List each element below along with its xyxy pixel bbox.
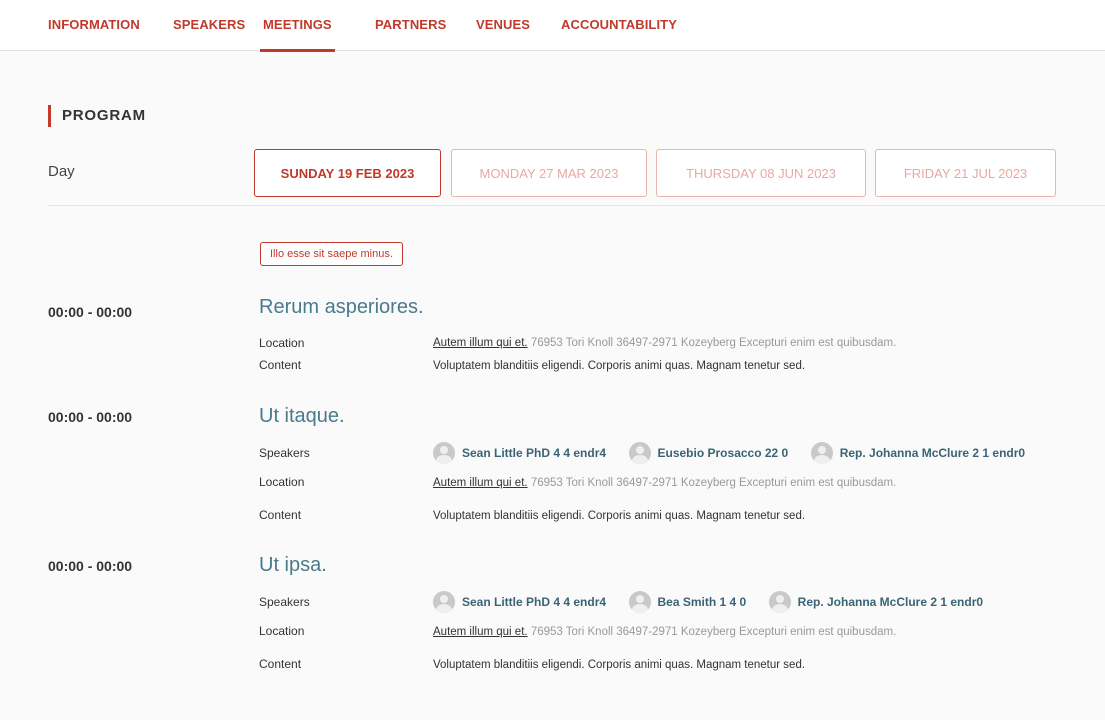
content-value: Voluptatem blanditiis eligendi. Corporis…: [433, 659, 806, 671]
speaker-name: Sean Little PhD 4 4 endr4: [462, 595, 607, 609]
content-label: Content: [259, 358, 302, 372]
speakers-list: Sean Little PhD 4 4 endr4 Eusebio Prosac…: [433, 442, 1043, 464]
content-value: Voluptatem blanditiis eligendi. Corporis…: [433, 510, 806, 522]
speaker-link[interactable]: Sean Little PhD 4 4 endr4: [433, 591, 606, 613]
location-link[interactable]: Autem illum qui et.: [433, 626, 528, 638]
event-time: 00:00 - 00:00: [48, 304, 133, 320]
day-button-thursday[interactable]: THURSDAY 08 JUN 2023: [656, 149, 866, 197]
location-value: Autem illum qui et. 76953 Tori Knoll 364…: [433, 337, 896, 349]
avatar-icon: [628, 591, 651, 613]
location-address: 76953 Tori Knoll 36497-2971 Kozeyberg Ex…: [530, 477, 897, 489]
location-value: Autem illum qui et. 76953 Tori Knoll 364…: [433, 626, 896, 638]
speaker-link[interactable]: Rep. Johanna McClure 2 1 endr0: [810, 442, 1026, 464]
tab-accountability[interactable]: ACCOUNTABILITY: [561, 0, 677, 50]
speakers-label: Speakers: [259, 446, 310, 460]
location-address: 76953 Tori Knoll 36497-2971 Kozeyberg Ex…: [530, 626, 897, 638]
location-link[interactable]: Autem illum qui et.: [433, 337, 528, 349]
speakers-label: Speakers: [259, 595, 310, 609]
location-label: Location: [259, 336, 305, 350]
avatar-icon: [628, 442, 651, 464]
content-label: Content: [259, 508, 302, 522]
content-value: Voluptatem blanditiis eligendi. Corporis…: [433, 360, 806, 372]
speaker-name: Bea Smith 1 4 0: [657, 595, 747, 609]
day-button-friday[interactable]: FRIDAY 21 JUL 2023: [875, 149, 1056, 197]
event-time: 00:00 - 00:00: [48, 558, 133, 574]
speaker-link[interactable]: Rep. Johanna McClure 2 1 endr0: [768, 591, 984, 613]
avatar-icon: [433, 591, 455, 613]
location-address: 76953 Tori Knoll 36497-2971 Kozeyberg Ex…: [530, 337, 897, 349]
location-label: Location: [259, 475, 305, 489]
speaker-link[interactable]: Eusebio Prosacco 22 0: [628, 442, 789, 464]
location-label: Location: [259, 624, 305, 638]
speakers-list: Sean Little PhD 4 4 endr4 Bea Smith 1 4 …: [433, 591, 1001, 613]
tab-information[interactable]: INFORMATION: [48, 0, 140, 50]
program-divider: [48, 205, 1105, 206]
day-label: Day: [48, 163, 75, 180]
avatar-icon: [810, 442, 833, 464]
event-time: 00:00 - 00:00: [48, 409, 133, 425]
content-label: Content: [259, 657, 302, 671]
event-title[interactable]: Ut itaque.: [259, 405, 345, 428]
day-button-monday[interactable]: MONDAY 27 MAR 2023: [451, 149, 647, 197]
tab-venues[interactable]: VENUES: [476, 0, 530, 50]
speaker-name: Eusebio Prosacco 22 0: [657, 446, 789, 460]
location-value: Autem illum qui et. 76953 Tori Knoll 364…: [433, 477, 896, 489]
speaker-name: Rep. Johanna McClure 2 1 endr0: [797, 595, 984, 609]
event-title[interactable]: Rerum asperiores.: [259, 296, 424, 319]
location-link[interactable]: Autem illum qui et.: [433, 477, 528, 489]
avatar-icon: [433, 442, 455, 464]
speaker-name: Sean Little PhD 4 4 endr4: [462, 446, 607, 460]
day-button-sunday[interactable]: SUNDAY 19 FEB 2023: [254, 149, 441, 197]
speaker-link[interactable]: Sean Little PhD 4 4 endr4: [433, 442, 606, 464]
tab-partners[interactable]: PARTNERS: [375, 0, 446, 50]
avatar-icon: [768, 591, 791, 613]
speaker-link[interactable]: Bea Smith 1 4 0: [628, 591, 747, 613]
tab-speakers[interactable]: SPEAKERS: [173, 0, 245, 50]
program-title: PROGRAM: [48, 105, 146, 127]
event-title[interactable]: Ut ipsa.: [259, 554, 327, 577]
speaker-name: Rep. Johanna McClure 2 1 endr0: [839, 446, 1026, 460]
tab-meetings[interactable]: MEETINGS: [260, 0, 335, 52]
top-nav: INFORMATION SPEAKERS MEETINGS PARTNERS V…: [0, 0, 1105, 52]
track-tag[interactable]: Illo esse sit saepe minus.: [260, 242, 403, 266]
